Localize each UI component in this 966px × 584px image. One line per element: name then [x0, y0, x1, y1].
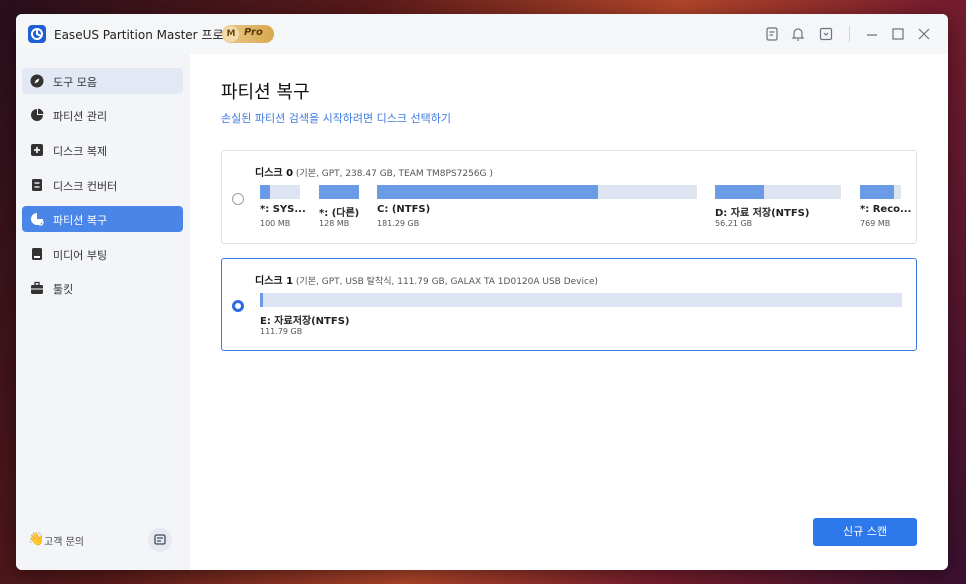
sidebar-item-partition-recovery[interactable]: 파티션 복구	[22, 206, 183, 232]
partition-size: 128 MB	[319, 219, 350, 228]
sidebar-item-media-boot[interactable]: 미디어 부팅	[22, 241, 183, 267]
partition-size: 100 MB	[260, 219, 291, 228]
bell-icon[interactable]	[788, 24, 808, 44]
pro-badge[interactable]: M Pro	[222, 25, 274, 43]
sidebar-item-label: 파티션 복구	[53, 214, 108, 227]
chat-icon	[154, 534, 166, 545]
media-boot-icon	[32, 248, 42, 260]
app-title: EaseUS Partition Master 프로 버전	[54, 28, 250, 42]
maximize-icon[interactable]	[888, 24, 908, 44]
partition-name: *: (다른)	[319, 208, 360, 219]
sidebar-item-label: 툴킷	[53, 283, 74, 296]
partition-fill	[319, 185, 359, 199]
partition-fill	[260, 185, 270, 199]
disk-1-meta: (기본, GPT, USB 탈착식, 111.79 GB, GALAX TA 1…	[295, 277, 599, 287]
partition-name: D: 자료 저장(NTFS)	[715, 208, 810, 219]
new-scan-button[interactable]: 신규 스캔	[813, 518, 917, 546]
app-window: EaseUS Partition Master 프로 버전 M Pro 도구 모…	[16, 14, 948, 570]
sidebar-item-partition-manager[interactable]: 파티션 관리	[22, 102, 183, 128]
sidebar-item-label: 파티션 관리	[53, 110, 108, 123]
minimize-icon[interactable]	[862, 24, 882, 44]
sidebar: 도구 모음 파티션 관리 디스크 복제 디스크 컨버터 파티션 복구 미디어 부…	[16, 54, 190, 570]
compass-icon	[30, 74, 44, 88]
partition-name: *: Reco...	[860, 204, 912, 215]
partition-size: 181.29 GB	[377, 219, 420, 228]
disk-1-radio[interactable]	[232, 300, 244, 312]
wave-hand-icon: 👋	[28, 532, 45, 547]
sidebar-item-toolkit[interactable]: 툴킷	[22, 275, 183, 301]
clone-icon	[31, 144, 43, 156]
support-label: 고객 문의	[44, 537, 84, 548]
partition-name: C: (NTFS)	[377, 204, 431, 215]
partition-name: *: SYS...	[260, 204, 306, 215]
sidebar-item-label: 도구 모음	[53, 76, 97, 89]
titlebar-separator	[849, 26, 850, 42]
partition-size: 111.79 GB	[260, 327, 303, 336]
pro-badge-text: Pro	[244, 27, 263, 38]
page-title: 파티션 복구	[221, 82, 310, 103]
sidebar-item-label: 디스크 복제	[53, 145, 108, 158]
pro-badge-m: M	[223, 26, 239, 42]
title-bar: EaseUS Partition Master 프로 버전 M Pro	[16, 14, 948, 54]
sidebar-item-toolbox[interactable]: 도구 모음	[22, 68, 183, 94]
download-icon[interactable]	[816, 24, 836, 44]
disk-card-0[interactable]: 디스크 0 (기본, GPT, 238.47 GB, TEAM TM8PS725…	[221, 150, 917, 244]
close-icon[interactable]	[914, 24, 934, 44]
partition-fill	[377, 185, 598, 199]
sidebar-item-disk-clone[interactable]: 디스크 복제	[22, 137, 183, 163]
partition-recover-icon	[31, 213, 44, 226]
partition-fill	[715, 185, 764, 199]
disk-card-1[interactable]: 디스크 1 (기본, GPT, USB 탈착식, 111.79 GB, GALA…	[221, 258, 917, 351]
sidebar-item-label: 미디어 부팅	[53, 249, 108, 262]
pie-chart-icon	[31, 108, 44, 121]
sidebar-item-label: 디스크 컨버터	[53, 180, 118, 193]
partition-bar	[260, 293, 902, 307]
sidebar-item-disk-converter[interactable]: 디스크 컨버터	[22, 172, 183, 198]
disk-0-header: 디스크 0 (기본, GPT, 238.47 GB, TEAM TM8PS725…	[255, 164, 493, 179]
toolbox-icon	[31, 281, 43, 294]
disk-convert-icon	[32, 179, 42, 191]
app-logo-icon	[28, 25, 46, 43]
feedback-button[interactable]	[148, 528, 172, 552]
disk-0-radio[interactable]	[232, 193, 244, 205]
notes-icon[interactable]	[762, 24, 782, 44]
disk-0-name: 디스크 0	[255, 168, 294, 179]
partition-fill	[860, 185, 894, 199]
partition-size: 56.21 GB	[715, 219, 753, 228]
disk-1-header: 디스크 1 (기본, GPT, USB 탈착식, 111.79 GB, GALA…	[255, 272, 598, 287]
partition-name: E: 자료저장(NTFS)	[260, 316, 350, 327]
partition-size: 769 MB	[860, 219, 891, 228]
partition-fill	[260, 293, 263, 307]
disk-1-name: 디스크 1	[255, 276, 294, 287]
page-subtitle: 손실된 파티션 검색을 시작하려면 디스크 선택하기	[221, 112, 452, 125]
disk-0-meta: (기본, GPT, 238.47 GB, TEAM TM8PS7256G )	[295, 169, 493, 179]
